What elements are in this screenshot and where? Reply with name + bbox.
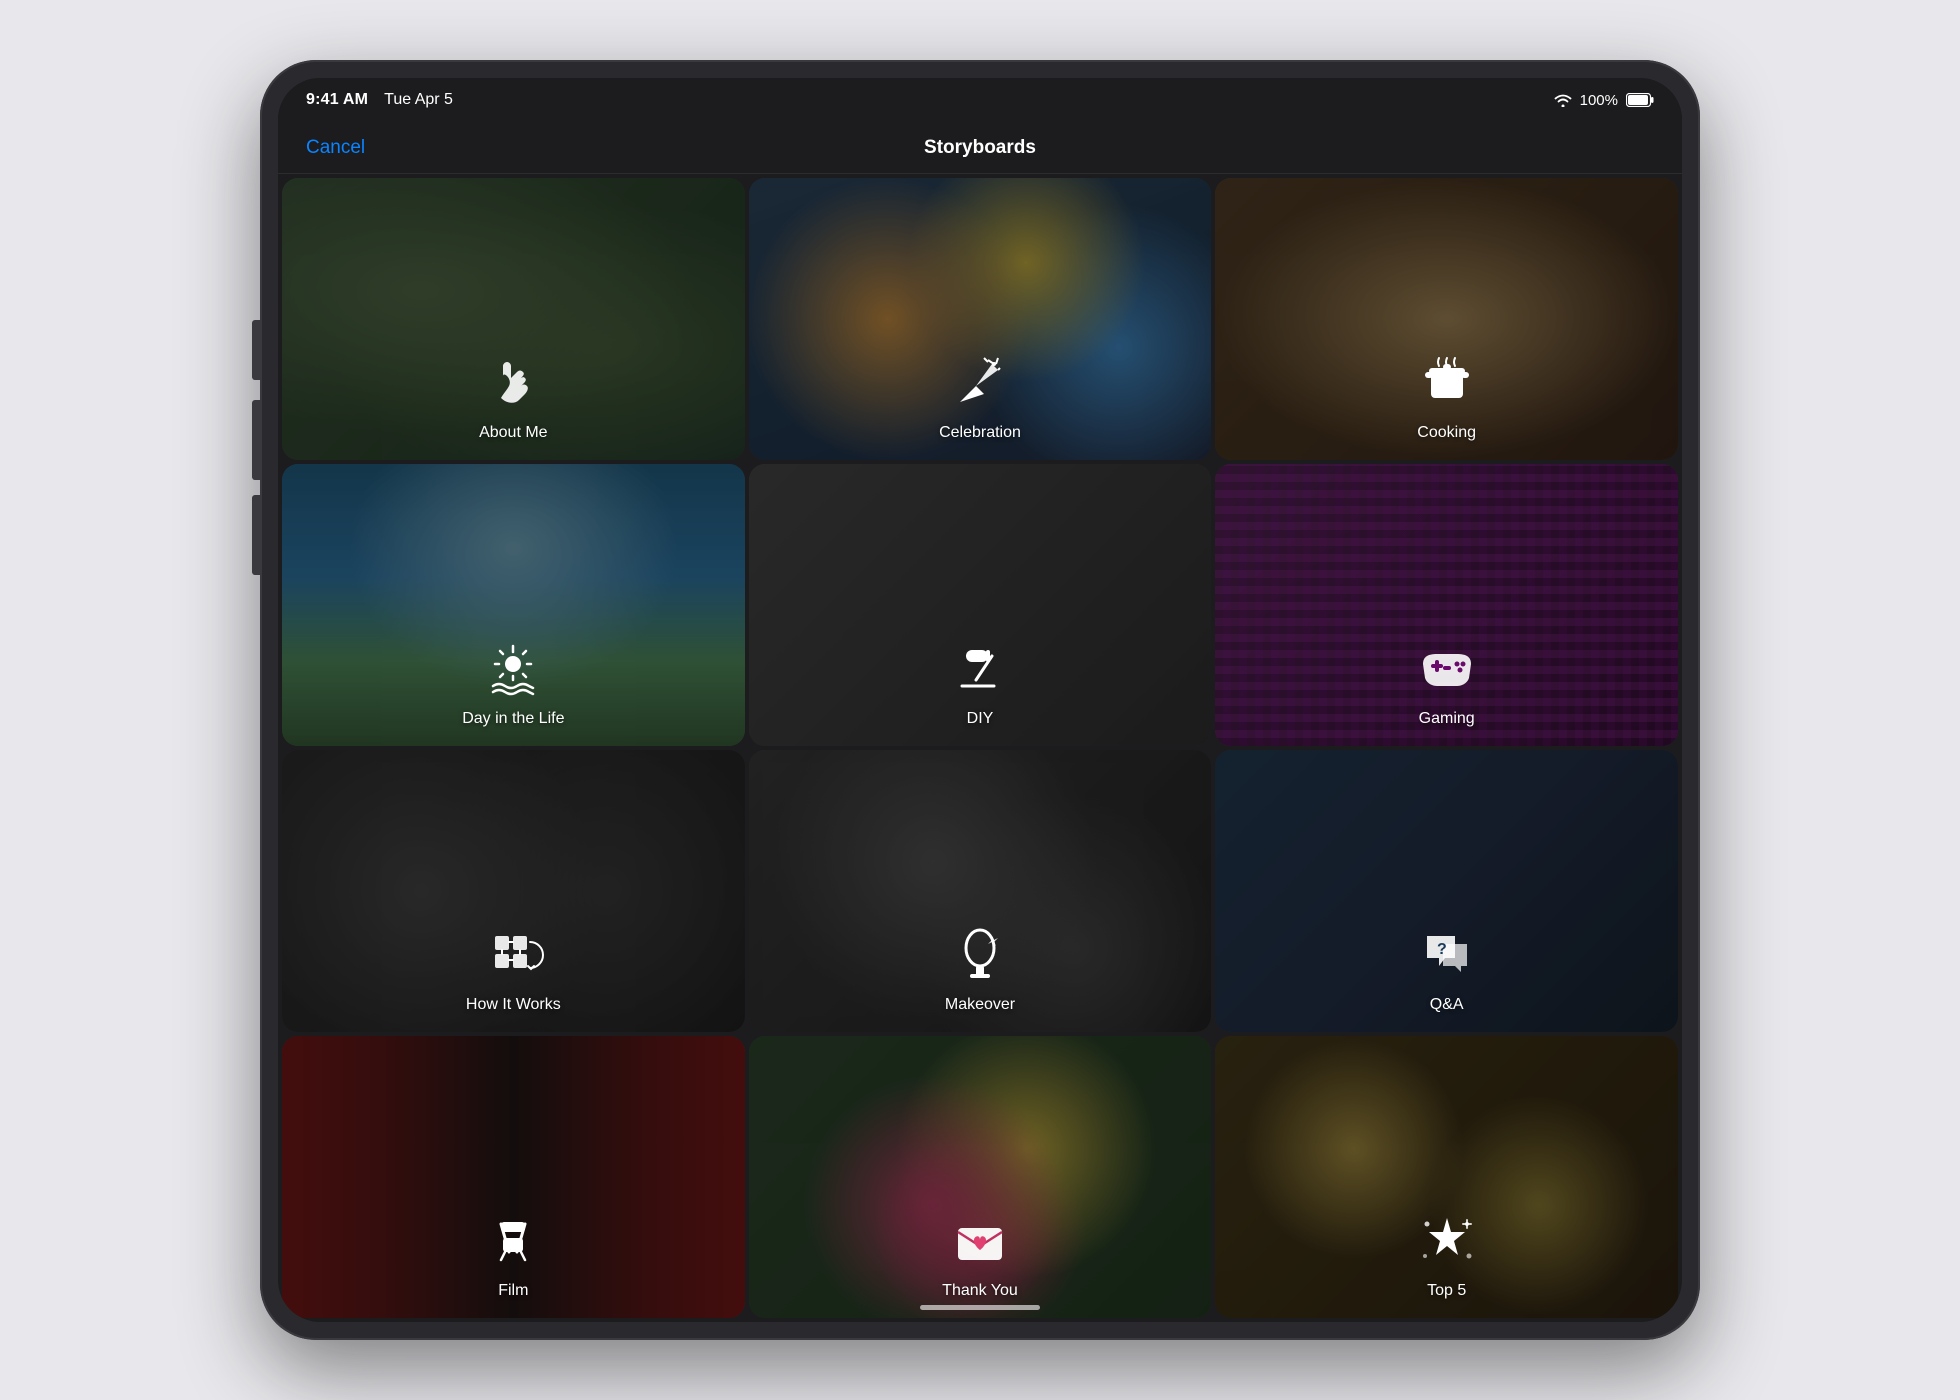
celebration-icon xyxy=(948,350,1012,414)
grid-item-makeover[interactable]: Makeover xyxy=(749,750,1212,1032)
gaming-icon xyxy=(1415,636,1479,700)
gaming-label: Gaming xyxy=(1419,710,1475,728)
storyboards-grid: About Me xyxy=(278,174,1682,1322)
status-time: 9:41 AM xyxy=(306,91,368,109)
diy-label: DIY xyxy=(967,710,994,728)
grid-item-film[interactable]: Film xyxy=(282,1036,745,1318)
cooking-label: Cooking xyxy=(1417,424,1476,442)
grid-item-qa[interactable]: ? Q&A xyxy=(1215,750,1678,1032)
status-bar: 9:41 AM Tue Apr 5 100% xyxy=(278,78,1682,122)
howitworks-icon xyxy=(481,922,545,986)
battery-percentage: 100% xyxy=(1580,92,1618,109)
grid-item-about-me[interactable]: About Me xyxy=(282,178,745,460)
status-right: 100% xyxy=(1554,92,1654,109)
ipad-screen: 9:41 AM Tue Apr 5 100% xyxy=(278,78,1682,1322)
volume-down-button[interactable] xyxy=(252,495,260,575)
top5-icon xyxy=(1415,1208,1479,1272)
howitworks-label: How It Works xyxy=(466,996,561,1014)
about-me-label: About Me xyxy=(479,424,547,442)
daylife-icon xyxy=(481,636,545,700)
wifi-icon xyxy=(1554,93,1572,107)
top5-label: Top 5 xyxy=(1427,1282,1466,1300)
film-label: Film xyxy=(498,1282,528,1300)
ipad-device: 9:41 AM Tue Apr 5 100% xyxy=(260,60,1700,1340)
volume-up-button[interactable] xyxy=(252,400,260,480)
thankyou-label: Thank You xyxy=(942,1282,1018,1300)
cooking-icon xyxy=(1415,350,1479,414)
thankyou-icon xyxy=(948,1208,1012,1272)
grid-item-gaming[interactable]: Gaming xyxy=(1215,464,1678,746)
status-date: Tue Apr 5 xyxy=(384,91,453,109)
diy-icon xyxy=(948,636,1012,700)
makeover-label: Makeover xyxy=(945,996,1015,1014)
grid-item-thank-you[interactable]: Thank You xyxy=(749,1036,1212,1318)
cancel-button[interactable]: Cancel xyxy=(306,137,365,159)
grid-item-top5[interactable]: Top 5 xyxy=(1215,1036,1678,1318)
screen-content: 9:41 AM Tue Apr 5 100% xyxy=(278,78,1682,1322)
battery-icon xyxy=(1626,93,1654,107)
page-title: Storyboards xyxy=(924,137,1036,159)
grid-item-day-life[interactable]: Day in the Life xyxy=(282,464,745,746)
makeover-icon xyxy=(948,922,1012,986)
daylife-label: Day in the Life xyxy=(462,710,564,728)
grid-item-diy[interactable]: DIY xyxy=(749,464,1212,746)
svg-text:?: ? xyxy=(1437,941,1447,958)
celebration-label: Celebration xyxy=(939,424,1021,442)
film-icon xyxy=(481,1208,545,1272)
grid-item-cooking[interactable]: Cooking xyxy=(1215,178,1678,460)
qa-label: Q&A xyxy=(1430,996,1464,1014)
qa-icon: ? xyxy=(1415,922,1479,986)
wave-icon xyxy=(481,350,545,414)
nav-bar: Cancel Storyboards xyxy=(278,122,1682,174)
grid-item-celebration[interactable]: Celebration xyxy=(749,178,1212,460)
grid-item-how-it-works[interactable]: How It Works xyxy=(282,750,745,1032)
